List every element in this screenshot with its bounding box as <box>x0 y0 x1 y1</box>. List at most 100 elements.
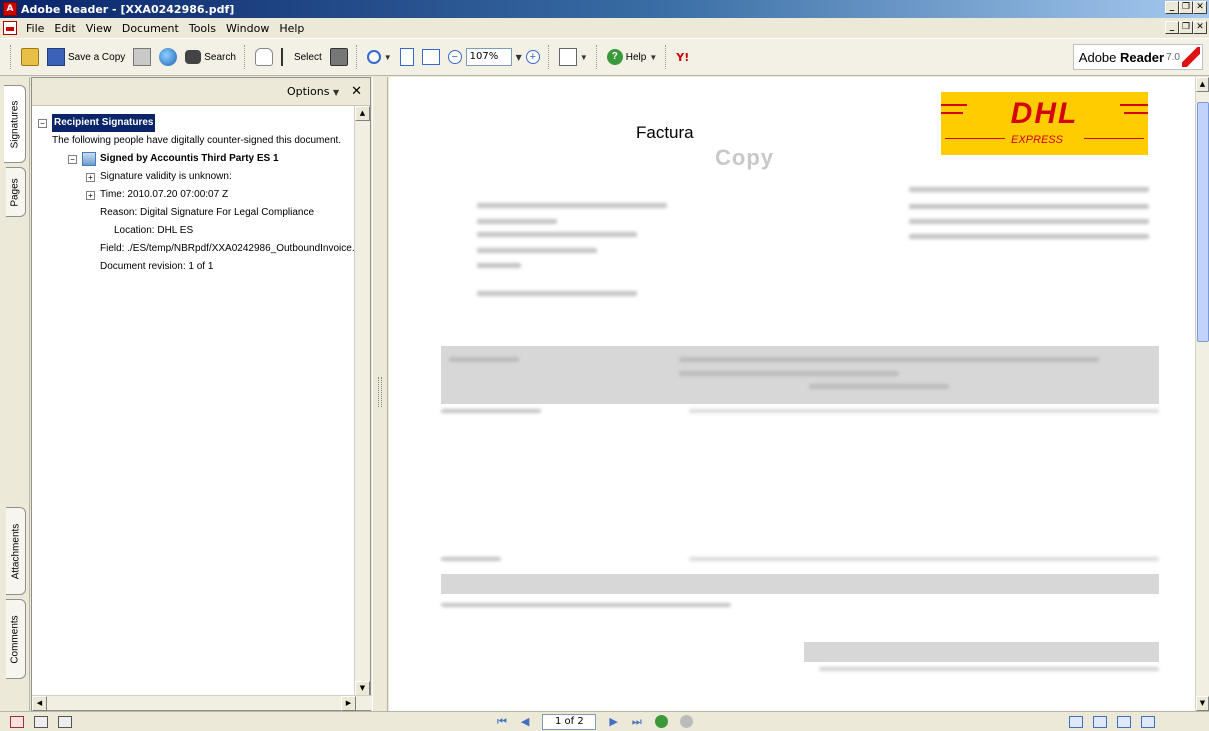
toolbar-grip[interactable] <box>10 45 13 69</box>
document-menu-icon[interactable] <box>3 21 17 35</box>
scroll-right-icon[interactable]: ▶ <box>341 696 356 711</box>
continuous-layout-icon[interactable] <box>1092 715 1107 728</box>
scroll-down-icon[interactable]: ▼ <box>1196 696 1209 711</box>
restore-button[interactable]: ❐ <box>1179 1 1193 14</box>
doc-close-button[interactable]: ✕ <box>1193 21 1207 34</box>
blurred-text <box>477 248 597 253</box>
scroll-up-icon[interactable]: ▲ <box>1196 77 1209 92</box>
menu-tools[interactable]: Tools <box>184 22 221 35</box>
close-button[interactable]: ✕ <box>1193 1 1207 14</box>
save-copy-button[interactable]: Save a Copy <box>43 44 129 70</box>
toolbar-grip[interactable] <box>243 45 247 69</box>
options-label: Options <box>286 85 330 98</box>
pane-vertical-scrollbar[interactable]: ▲ ▼ <box>354 106 370 696</box>
pane-horizontal-scrollbar[interactable]: ◀ ▶ <box>32 695 372 711</box>
tree-revision: Document revision: 1 of 1 <box>38 258 364 276</box>
open-button[interactable] <box>17 44 43 70</box>
document-vertical-scrollbar[interactable]: ▲ ▼ <box>1195 77 1209 711</box>
tab-signatures[interactable]: Signatures <box>4 85 26 163</box>
scroll-down-icon[interactable]: ▼ <box>355 681 370 696</box>
save-copy-label: Save a Copy <box>68 51 126 63</box>
zoom-tool-button[interactable]: ▼ <box>363 44 396 70</box>
signature-icon <box>82 152 96 166</box>
zoom-out-button[interactable]: − <box>444 44 466 70</box>
splitter-grip[interactable] <box>378 377 382 407</box>
document-view[interactable]: Factura Copy DHL EXPRESS <box>389 77 1195 711</box>
continuous-facing-layout-icon[interactable] <box>1140 715 1155 728</box>
toolbar-grip[interactable] <box>665 45 668 69</box>
previous-page-icon[interactable]: ◀ <box>521 715 529 728</box>
brand-adobe: Adobe <box>1078 49 1117 65</box>
zoom-in-icon: + <box>525 50 540 64</box>
page-number-field[interactable]: 1 of 2 <box>542 713 597 730</box>
tree-signer[interactable]: − Signed by Accountis Third Party ES 1 <box>38 150 364 168</box>
menu-view[interactable]: View <box>81 22 117 35</box>
screen-icon[interactable] <box>34 715 48 728</box>
doc-restore-button[interactable]: ❐ <box>1179 21 1193 34</box>
search-button[interactable]: Search <box>181 44 240 70</box>
zoom-out-icon: − <box>447 50 462 64</box>
menu-help[interactable]: Help <box>274 22 309 35</box>
blurred-text <box>477 263 521 268</box>
yahoo-search-button[interactable]: Y! <box>672 44 693 70</box>
select-tool-button[interactable]: Select <box>277 44 326 70</box>
fit-page-button[interactable] <box>396 44 418 70</box>
print-button[interactable] <box>129 44 155 70</box>
blurred-text <box>689 409 1159 413</box>
fit-width-button[interactable] <box>418 44 444 70</box>
page-view-icon[interactable] <box>58 715 72 728</box>
scroll-left-icon[interactable]: ◀ <box>32 696 47 711</box>
save-icon <box>47 48 65 66</box>
tree-validity[interactable]: + Signature validity is unknown: <box>38 168 364 186</box>
toolbar-grip[interactable] <box>355 45 359 69</box>
facing-layout-icon[interactable] <box>1116 715 1131 728</box>
next-page-icon[interactable]: ▶ <box>609 715 617 728</box>
tree-time[interactable]: + Time: 2010.07.20 07:00:07 Z <box>38 186 364 204</box>
close-pane-icon[interactable]: ✕ <box>351 84 362 99</box>
fit-width-icon <box>421 49 440 65</box>
go-back-icon[interactable] <box>654 715 668 728</box>
menu-document[interactable]: Document <box>117 22 184 35</box>
help-button[interactable]: ? Help ▼ <box>603 44 662 70</box>
recipient-signatures-node[interactable]: Recipient Signatures <box>52 114 156 132</box>
toolbar-grip[interactable] <box>595 45 599 69</box>
tab-pages[interactable]: Pages <box>6 167 26 217</box>
expand-icon[interactable]: + <box>86 172 95 182</box>
blurred-text <box>909 234 1149 239</box>
menu-file[interactable]: File <box>21 22 49 35</box>
toolbar: Save a Copy Search Select ▼ − 107% ▼ + ▼… <box>0 38 1209 76</box>
single-page-layout-icon[interactable] <box>1068 715 1083 728</box>
yahoo-icon: Y! <box>676 50 690 64</box>
pane-splitter[interactable] <box>372 77 388 711</box>
signer-label[interactable]: Signed by Accountis Third Party ES 1 <box>100 150 279 168</box>
zoom-in-button[interactable]: + <box>522 44 544 70</box>
rotate-button[interactable]: ▼ <box>555 44 592 70</box>
options-menu-button[interactable]: Options ▼ <box>287 85 339 98</box>
doc-minimize-button[interactable]: _ <box>1165 21 1179 34</box>
tab-comments[interactable]: Comments <box>6 599 26 679</box>
toolbar-grip[interactable] <box>547 45 551 69</box>
menu-window[interactable]: Window <box>221 22 274 35</box>
zoom-input[interactable]: 107% <box>465 48 512 66</box>
dropdown-arrow-icon: ▼ <box>332 88 340 97</box>
collapse-icon[interactable]: − <box>68 154 77 164</box>
snapshot-button[interactable] <box>326 44 352 70</box>
adobe-reader-app-icon[interactable]: A <box>3 2 17 16</box>
expand-icon[interactable]: + <box>86 190 95 200</box>
first-page-icon[interactable]: ⏮ <box>497 715 507 729</box>
document-heading: Factura <box>636 123 694 142</box>
email-button[interactable] <box>155 44 181 70</box>
scroll-up-icon[interactable]: ▲ <box>355 106 370 121</box>
go-forward-icon[interactable] <box>679 715 693 728</box>
menu-edit[interactable]: Edit <box>49 22 80 35</box>
camera-icon <box>329 48 348 66</box>
text-cursor-icon <box>280 48 291 66</box>
tree-root[interactable]: − Recipient Signatures <box>38 114 364 132</box>
collapse-icon[interactable]: − <box>38 118 47 128</box>
last-page-icon[interactable]: ⏭ <box>632 715 642 729</box>
tab-attachments[interactable]: Attachments <box>6 507 26 595</box>
hand-tool-button[interactable] <box>251 44 277 70</box>
minimize-button[interactable]: _ <box>1165 1 1179 14</box>
scrollbar-thumb[interactable] <box>1197 102 1209 342</box>
pen-tool-icon[interactable] <box>10 715 24 728</box>
